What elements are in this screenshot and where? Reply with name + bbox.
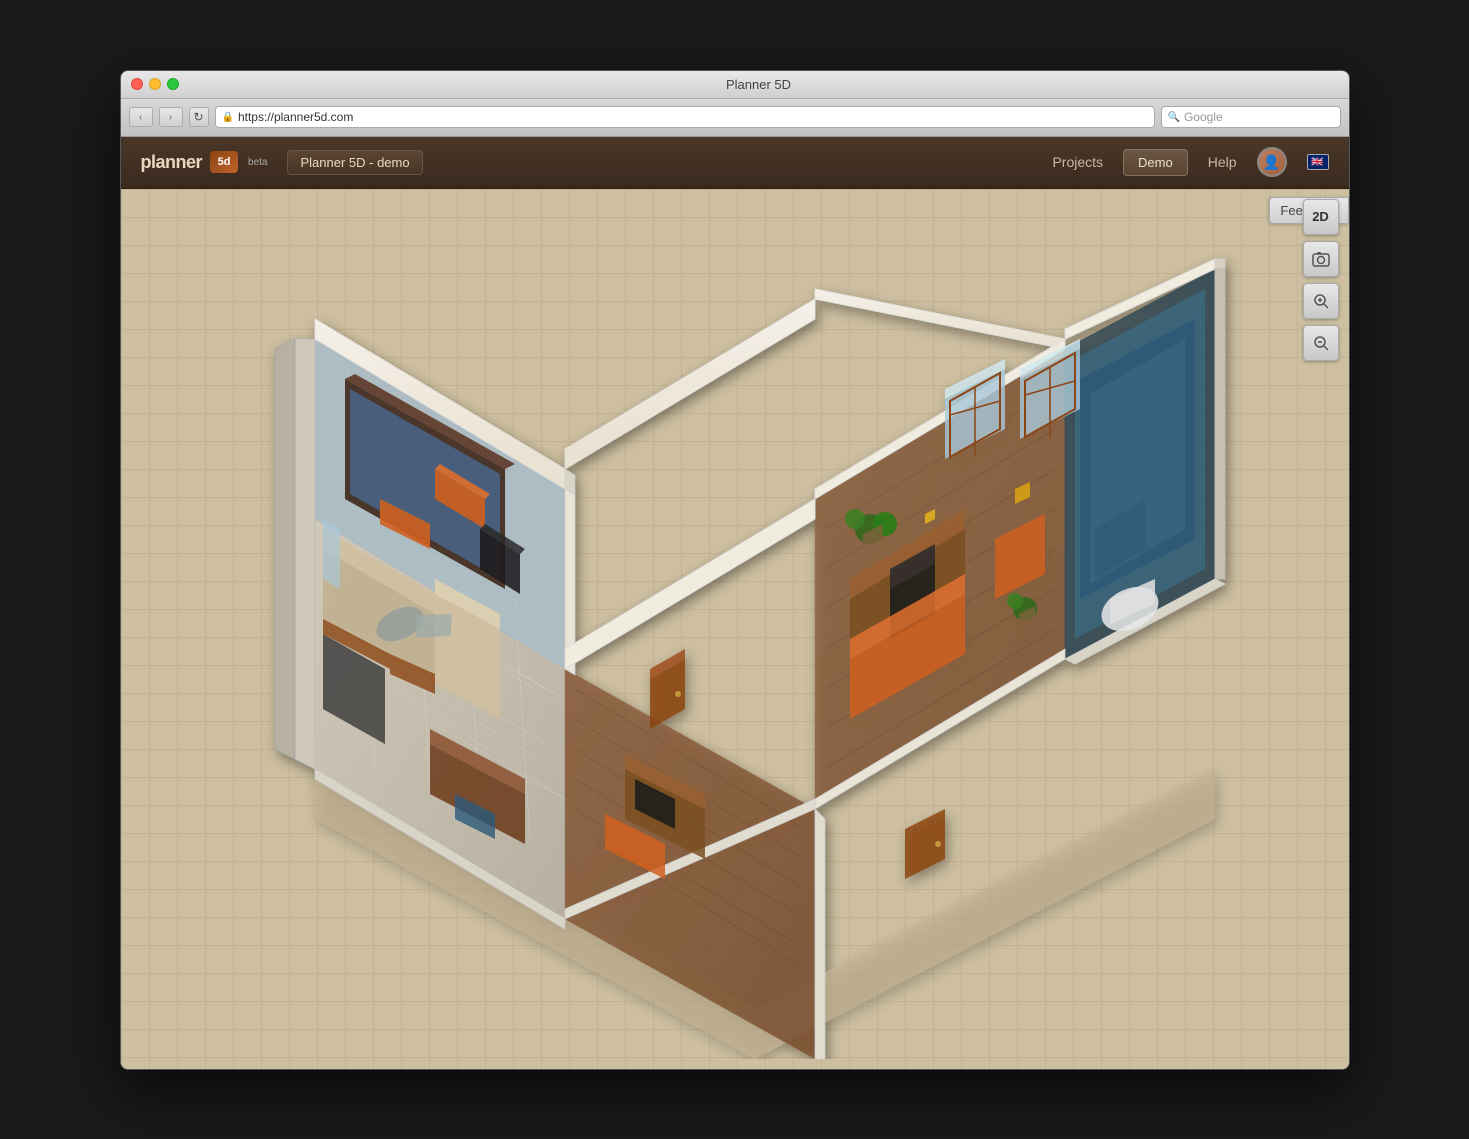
- back-button[interactable]: ‹: [129, 107, 153, 127]
- address-bar[interactable]: 🔒 https://planner5d.com: [215, 106, 1155, 128]
- avatar[interactable]: 👤: [1257, 147, 1287, 177]
- close-window-button[interactable]: [131, 78, 143, 90]
- url-text: https://planner5d.com: [238, 110, 353, 124]
- zoom-out-icon: [1312, 334, 1330, 352]
- right-sidebar: 2D: [1303, 199, 1339, 361]
- camera-icon: [1312, 250, 1330, 268]
- lock-icon: 🔒: [222, 112, 234, 123]
- floorplan-container: [121, 189, 1349, 1069]
- zoom-out-button[interactable]: [1303, 325, 1339, 361]
- mac-window: Planner 5D ‹ › ↻ 🔒 https://planner5d.com…: [120, 70, 1350, 1070]
- reload-button[interactable]: ↻: [189, 107, 209, 127]
- logo-box: 5d: [210, 151, 238, 173]
- search-placeholder-text: Google: [1184, 110, 1223, 124]
- forward-button[interactable]: ›: [159, 107, 183, 127]
- help-nav-link[interactable]: Help: [1208, 154, 1237, 170]
- screenshot-button[interactable]: [1303, 241, 1339, 277]
- logo-text: planner: [141, 152, 203, 173]
- browser-toolbar: ‹ › ↻ 🔒 https://planner5d.com 🔍 Google: [121, 99, 1349, 137]
- header-nav: Projects Demo Help 👤 🇬🇧: [1052, 147, 1328, 177]
- demo-nav-button[interactable]: Demo: [1123, 149, 1188, 176]
- maximize-window-button[interactable]: [167, 78, 179, 90]
- search-icon: 🔍: [1168, 112, 1180, 123]
- view-2d-button[interactable]: 2D: [1303, 199, 1339, 235]
- project-name-bar[interactable]: Planner 5D - demo: [287, 150, 422, 175]
- title-bar: Planner 5D: [121, 71, 1349, 99]
- floorplan-3d: [185, 199, 1285, 1059]
- minimize-window-button[interactable]: [149, 78, 161, 90]
- window-title: Planner 5D: [179, 77, 1339, 92]
- window-controls: [131, 78, 179, 90]
- projects-nav-link[interactable]: Projects: [1052, 154, 1103, 170]
- search-bar[interactable]: 🔍 Google: [1161, 106, 1341, 128]
- main-canvas: Feedback 2D: [121, 189, 1349, 1069]
- logo-area: planner 5d beta: [141, 151, 268, 173]
- app-header: planner 5d beta Planner 5D - demo Projec…: [121, 137, 1349, 189]
- language-flag-icon[interactable]: 🇬🇧: [1307, 154, 1329, 170]
- zoom-in-button[interactable]: [1303, 283, 1339, 319]
- beta-badge: beta: [248, 157, 267, 168]
- zoom-in-icon: [1312, 292, 1330, 310]
